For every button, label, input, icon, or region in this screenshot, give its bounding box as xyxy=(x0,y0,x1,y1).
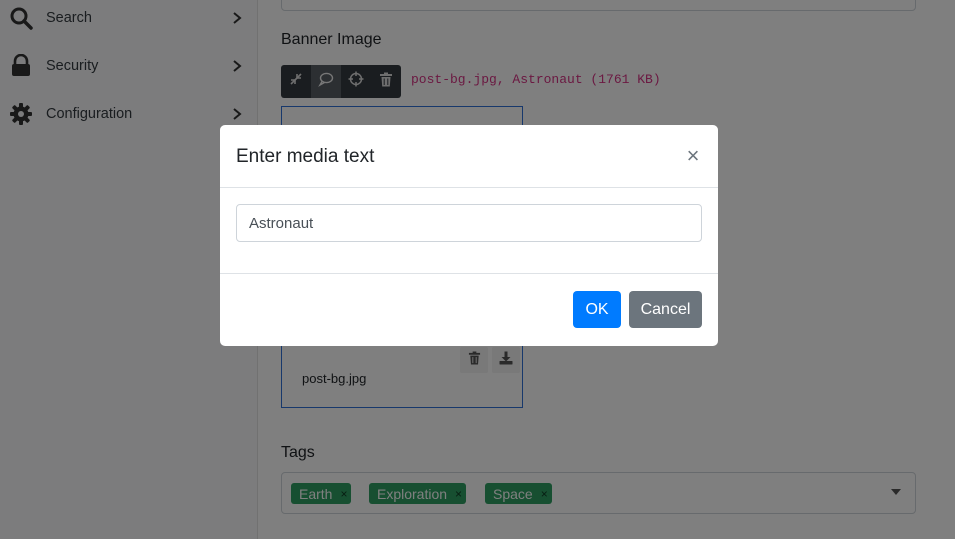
media-text-dialog: Enter media text × OK Cancel xyxy=(220,125,718,346)
media-text-input[interactable] xyxy=(236,204,702,242)
close-icon[interactable]: × xyxy=(683,144,703,168)
ok-button[interactable]: OK xyxy=(573,291,621,328)
dialog-header: Enter media text × xyxy=(220,125,718,188)
cancel-button[interactable]: Cancel xyxy=(629,291,702,328)
dialog-footer: OK Cancel xyxy=(220,274,718,346)
dialog-title: Enter media text xyxy=(236,146,375,167)
dialog-body xyxy=(220,188,718,274)
